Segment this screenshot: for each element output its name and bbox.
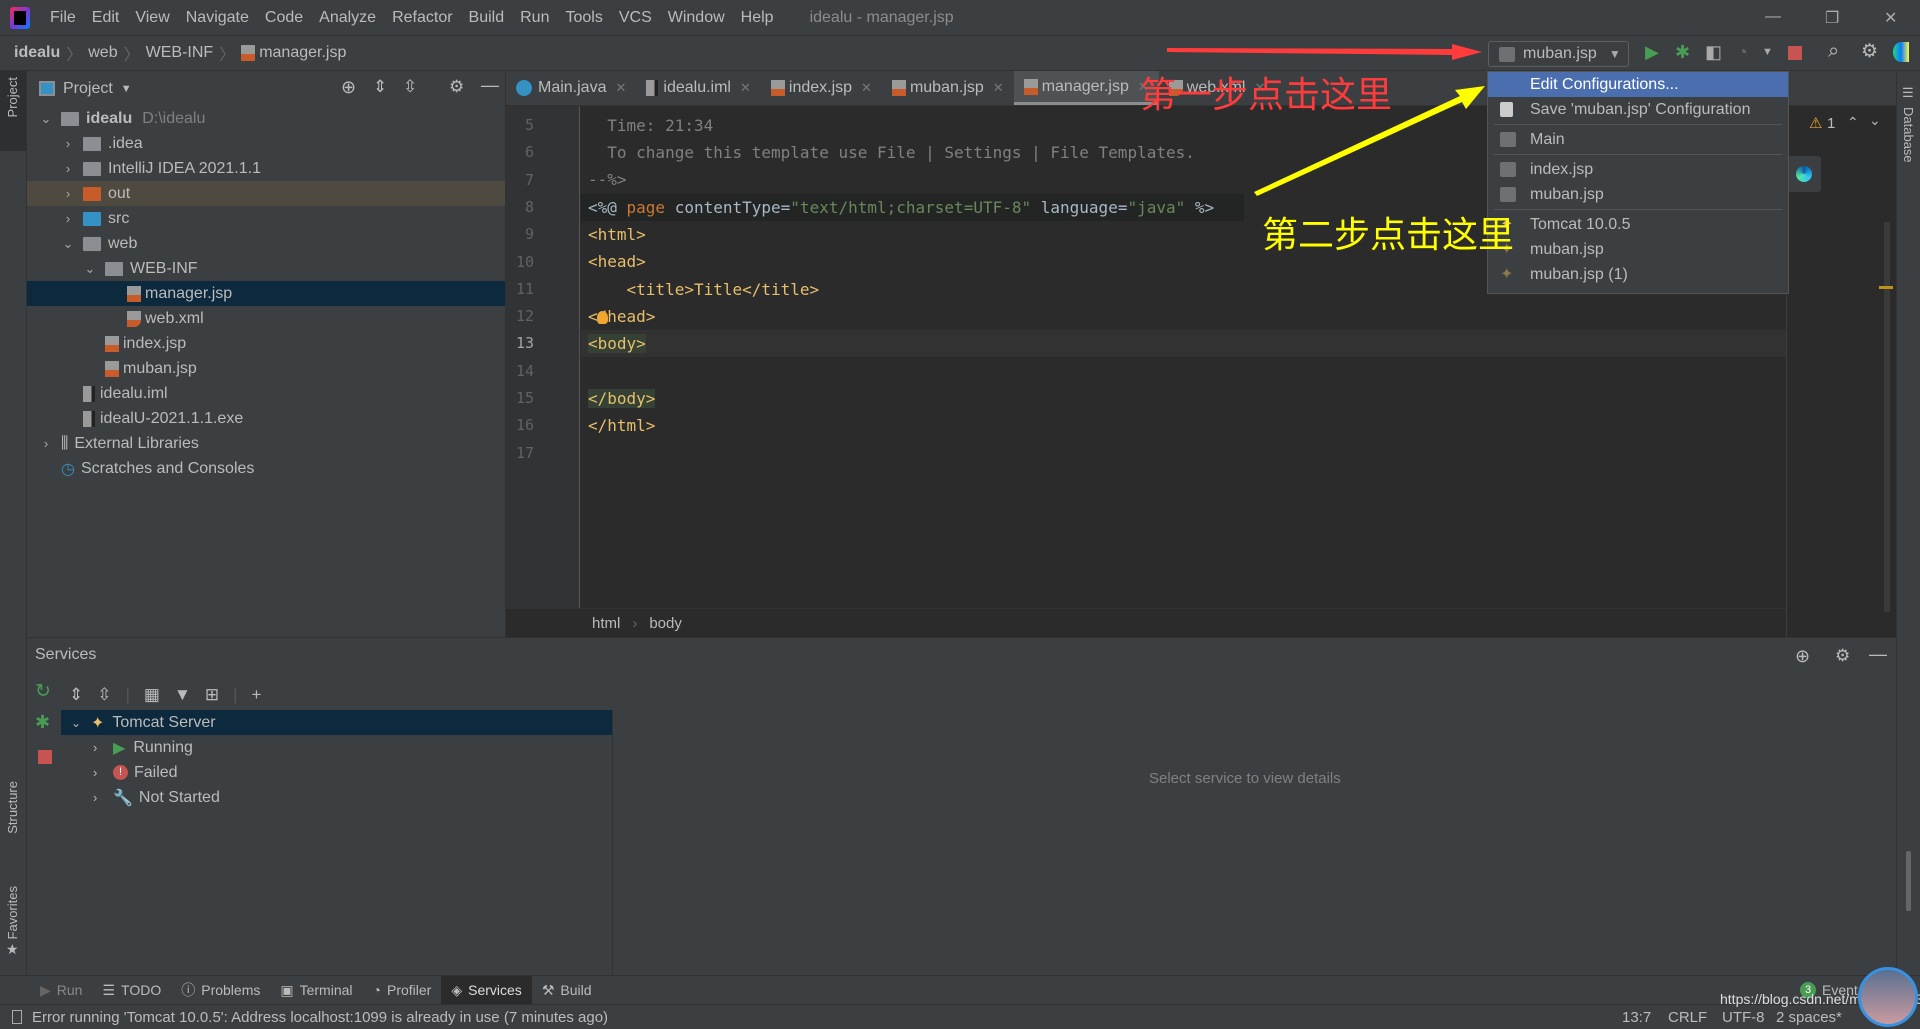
red-arrow — [1167, 44, 1482, 60]
annotation-step1: 第一步点击这里 — [1140, 75, 1393, 116]
annotation-step2: 第二步点击这里 — [1262, 215, 1515, 256]
annotation-arrows — [1167, 44, 1485, 196]
